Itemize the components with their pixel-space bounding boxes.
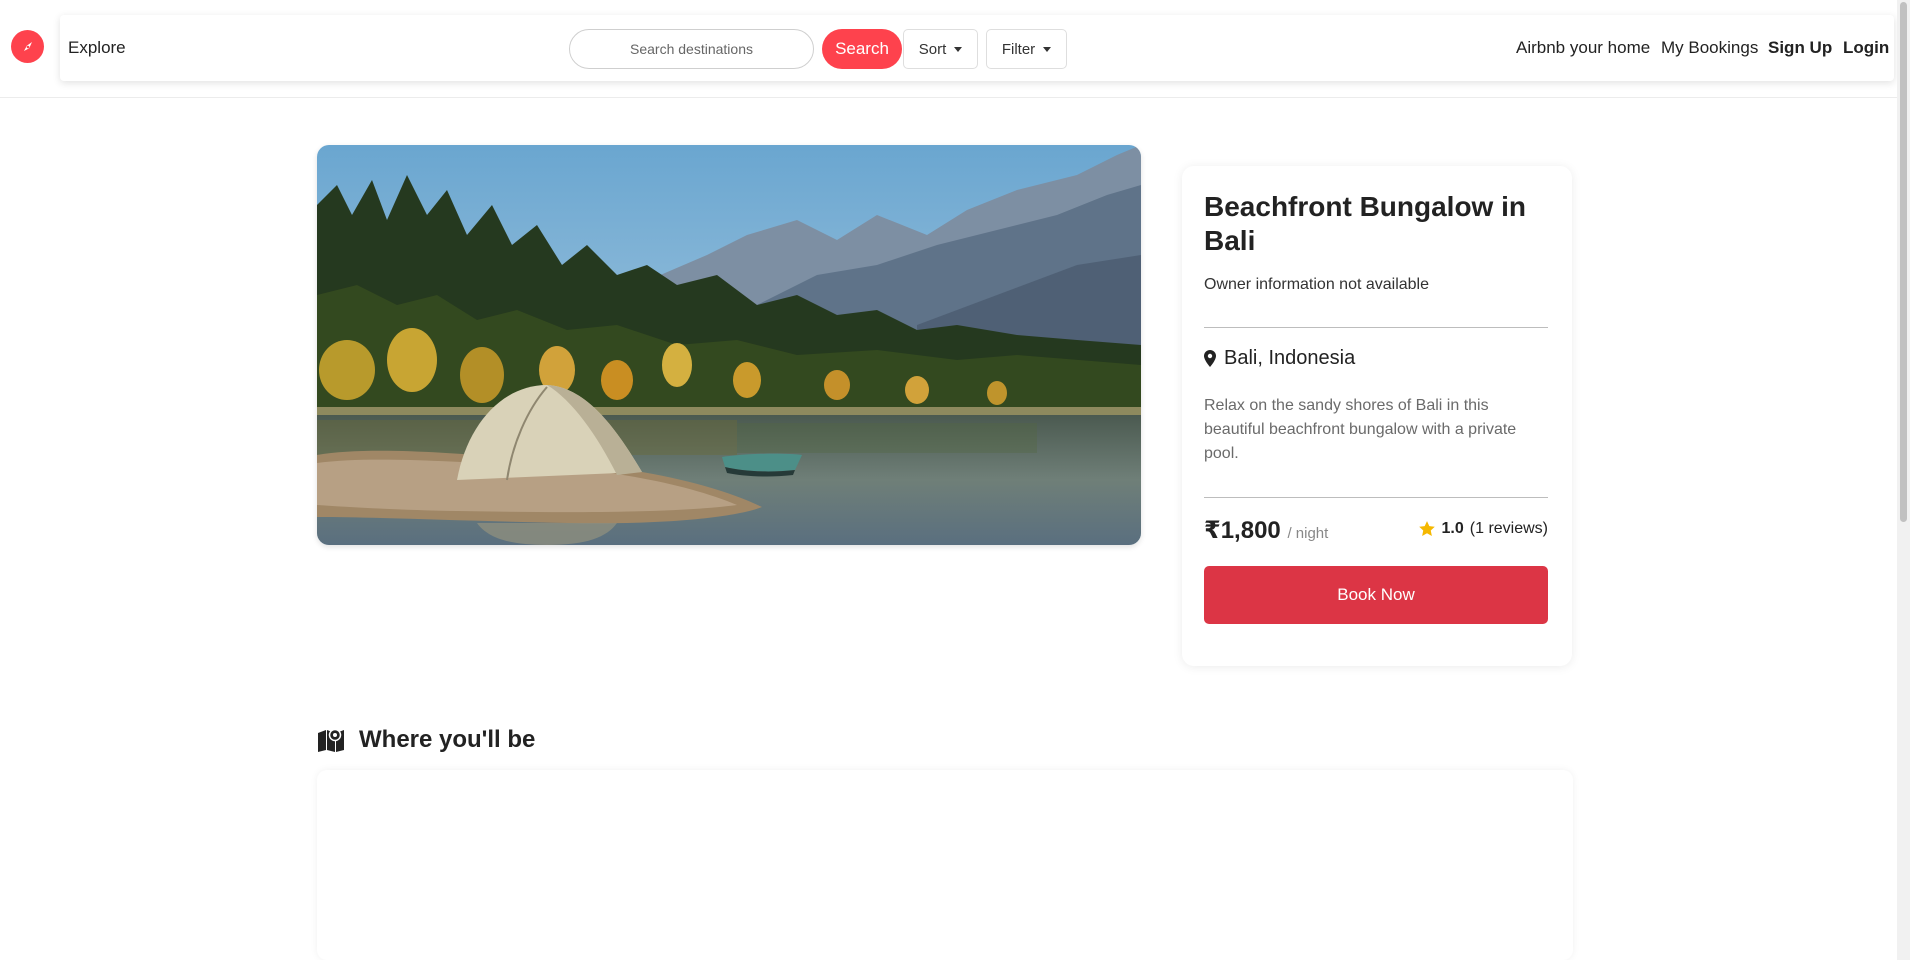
listing-photo <box>317 145 1141 545</box>
scrollbar-thumb[interactable] <box>1900 2 1907 522</box>
login-link[interactable]: Login <box>1843 38 1889 58</box>
owner-info: Owner information not available <box>1204 276 1430 293</box>
explore-link[interactable]: Explore <box>68 38 126 58</box>
map-pin-icon <box>1204 350 1216 367</box>
sort-label: Sort <box>918 40 947 58</box>
per-night-label: / night <box>1287 525 1329 542</box>
listing-title: Beachfront Bungalow in Bali <box>1204 191 1526 256</box>
listing-description: Relax on the sandy shores of Bali in thi… <box>1204 397 1517 462</box>
star-icon <box>1418 521 1435 536</box>
rating: 1.0 (1 reviews) <box>1418 520 1548 538</box>
filter-dropdown-button[interactable]: Filter <box>986 29 1067 69</box>
map-container[interactable] <box>317 770 1573 960</box>
filter-label: Filter <box>1001 40 1036 58</box>
caret-down-icon <box>1043 46 1052 52</box>
search-button[interactable]: Search <box>822 29 902 69</box>
review-count: (1 reviews) <box>1469 520 1548 537</box>
search-input[interactable] <box>591 41 792 57</box>
price: ₹1,800 / night <box>1204 516 1328 545</box>
book-now-button[interactable]: Book Now <box>1204 566 1548 624</box>
caret-down-icon <box>954 46 963 52</box>
divider <box>1204 497 1548 498</box>
price-amount: ₹1,800 <box>1204 517 1281 544</box>
rating-value: 1.0 <box>1441 520 1464 537</box>
scrollbar[interactable] <box>1897 0 1910 960</box>
map-heading-text: Where you'll be <box>359 726 536 753</box>
navbar: Explore Search Sort Filter Airbnb your h… <box>0 0 1910 98</box>
listing-location: Bali, Indonesia <box>1204 347 1355 370</box>
navbar-container: Explore Search Sort Filter Airbnb your h… <box>60 15 1894 81</box>
map-section-heading: Where you'll be <box>317 726 535 754</box>
search-box[interactable] <box>569 29 814 69</box>
location-text: Bali, Indonesia <box>1224 347 1356 369</box>
map-icon <box>318 728 344 752</box>
my-bookings-link[interactable]: My Bookings <box>1661 38 1758 58</box>
compass-icon[interactable] <box>11 30 44 63</box>
listing-info-card: Beachfront Bungalow in Bali Owner inform… <box>1182 166 1572 666</box>
divider <box>1204 327 1548 328</box>
signup-link[interactable]: Sign Up <box>1768 38 1832 58</box>
airbnb-your-home-link[interactable]: Airbnb your home <box>1516 38 1650 58</box>
sort-dropdown-button[interactable]: Sort <box>903 29 978 69</box>
